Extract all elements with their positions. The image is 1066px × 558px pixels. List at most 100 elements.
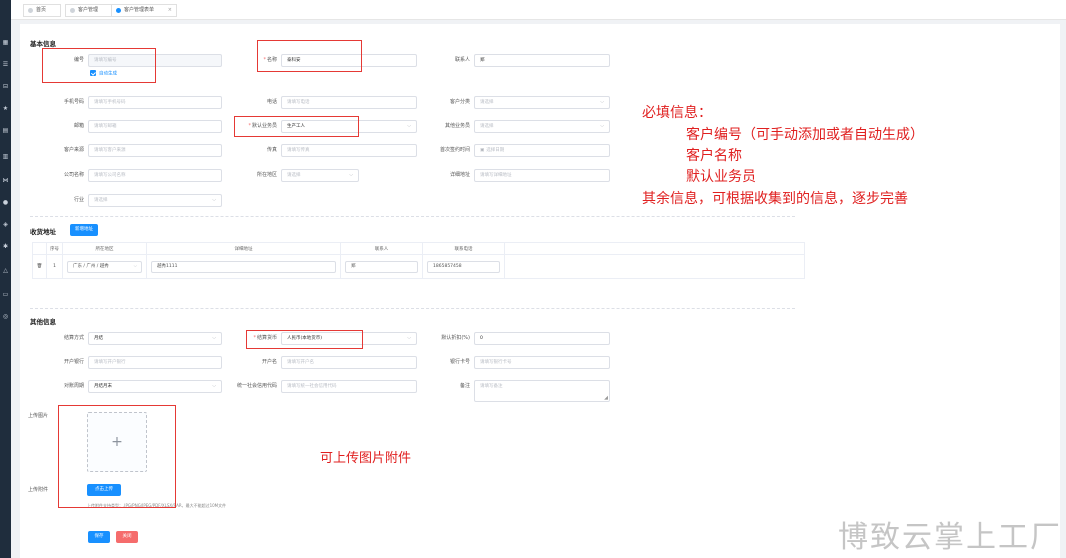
annotation-box-name <box>257 40 362 72</box>
annotation-box-currency <box>246 330 363 349</box>
period-select[interactable]: 月结月末 ⌵ <box>88 380 222 393</box>
contact-label: 联系人 <box>454 57 470 63</box>
account-name-label: 开户名 <box>261 359 277 365</box>
first-sign-date[interactable]: ▣ 选择日期 <box>474 144 610 157</box>
discount-input[interactable]: 0 <box>474 332 610 345</box>
section-title-other: 其他信息 <box>30 318 56 326</box>
discount-label: 默认折扣(%) <box>441 335 470 341</box>
phone-input[interactable]: 请填写电话 <box>281 96 417 109</box>
save-button[interactable]: 保存 <box>88 531 110 543</box>
remark-label: 备注 <box>459 383 470 389</box>
annotation-required-1: 客户编号（可手动添加或者自动生成） <box>686 127 924 143</box>
industry-select[interactable]: 请选择 ⌵ <box>88 194 222 207</box>
tab-label: 客户管理表单 <box>124 7 155 13</box>
mobile-input[interactable]: 请填写手机号码 <box>88 96 222 109</box>
chevron-down-icon: ⌵ <box>212 383 216 389</box>
gear-icon[interactable]: ● <box>1 198 10 207</box>
upload-file-label: 上传附件 <box>28 487 49 493</box>
annotation-box-salesman <box>234 116 359 137</box>
region-select[interactable]: 请选择 ⌵ <box>281 169 359 182</box>
section-title-basic: 基本信息 <box>30 40 56 48</box>
settings-icon[interactable]: ✱ <box>1 242 10 251</box>
remark-textarea[interactable]: 请填写备注 ◢ <box>474 380 610 402</box>
source-label: 客户来源 <box>63 147 84 153</box>
credit-code-input[interactable]: 请填写统一社会信用代码 <box>281 380 417 393</box>
triangle-icon[interactable]: △ <box>1 266 10 275</box>
settle-label: 结算方式 <box>63 335 84 341</box>
close-button[interactable]: 关闭 <box>116 531 138 543</box>
account-name-input[interactable]: 请填写开户名 <box>281 356 417 369</box>
column-header: 序号 <box>46 242 63 255</box>
row-region-select[interactable]: 广东 / 广州 / 越秀 ⌵ <box>67 260 142 273</box>
column-header: 详细地址 <box>146 242 341 255</box>
tab-label: 客户管理 <box>78 7 99 13</box>
users-icon[interactable]: ⋈ <box>1 176 10 185</box>
annotation-upload: 可上传图片附件 <box>320 451 412 466</box>
row-address-input[interactable]: 越秀1111 <box>151 260 336 273</box>
doc-icon[interactable]: ▭ <box>1 290 10 299</box>
region-label: 所在地区 <box>256 172 277 178</box>
row-phone-input[interactable]: 1865857458 <box>427 260 500 273</box>
add-address-button[interactable]: 新增地址 <box>70 224 98 236</box>
grid-icon[interactable]: ▦ <box>1 38 10 47</box>
annotation-box-upload <box>58 405 176 508</box>
address-input[interactable]: 请填写详细地址 <box>474 169 610 182</box>
sidebar: ▦ ☰ ⊟ ★ ▤ ▥ ⋈ ● ◈ ✱ △ ▭ ◎ <box>0 0 11 558</box>
resize-handle-icon[interactable]: ◢ <box>604 395 608 401</box>
tab-label: 首页 <box>36 7 47 13</box>
other-sales-select[interactable]: 请选择 ⌵ <box>474 120 610 133</box>
fax-input[interactable]: 请填写传真 <box>281 144 417 157</box>
chevron-down-icon: ⌵ <box>133 263 137 269</box>
divider <box>30 308 795 309</box>
column-header: 联系人 <box>340 242 423 255</box>
table-icon[interactable]: ▤ <box>1 126 10 135</box>
table-row: 🗑 1 广东 / 广州 / 越秀 ⌵ 越秀1111 郑 1865857458 <box>32 254 805 279</box>
clock-icon[interactable]: ◎ <box>1 312 10 321</box>
chevron-down-icon: ⌵ <box>349 172 353 178</box>
first-sign-label: 首次签约时间 <box>439 147 470 153</box>
upload-image-label: 上传图片 <box>28 413 49 419</box>
tab-customer-form[interactable]: 客户管理表单 × <box>111 4 177 17</box>
list-icon[interactable]: ☰ <box>1 60 10 69</box>
tab-customer-manage[interactable]: 客户管理 <box>65 4 113 17</box>
chevron-down-icon: ⌵ <box>212 197 216 203</box>
coin-icon[interactable]: ◈ <box>1 220 10 229</box>
mobile-label: 手机号码 <box>63 99 84 105</box>
address-table: 序号 所在地区 详细地址 联系人 联系电话 🗑 1 广东 / 广州 / 越秀 ⌵ … <box>32 242 805 279</box>
watermark: 博致云掌上工厂 <box>838 520 1062 555</box>
annotation-others: 其余信息，可根据收集到的信息，逐步完善 <box>642 191 908 207</box>
annotation-required-2: 客户名称 <box>686 148 742 164</box>
industry-label: 行业 <box>73 197 84 203</box>
chevron-down-icon: ⌵ <box>212 335 216 341</box>
tab-dot-icon <box>70 8 75 13</box>
chart-icon[interactable]: ▥ <box>1 152 10 161</box>
tab-home[interactable]: 首页 <box>23 4 61 17</box>
tab-dot-icon <box>28 8 33 13</box>
email-input[interactable]: 请填写邮箱 <box>88 120 222 133</box>
other-sales-label: 其他业务员 <box>444 123 470 129</box>
company-label: 公司名称 <box>63 172 84 178</box>
bank-no-input[interactable]: 请填写银行卡号 <box>474 356 610 369</box>
settle-select[interactable]: 月结 ⌵ <box>88 332 222 345</box>
column-header: 联系电话 <box>422 242 505 255</box>
grade-select[interactable]: 请选择 ⌵ <box>474 96 610 109</box>
divider <box>30 216 795 217</box>
star-icon[interactable]: ★ <box>1 104 10 113</box>
trash-icon[interactable]: 🗑 <box>37 264 43 269</box>
close-icon[interactable]: × <box>168 5 172 16</box>
contact-input[interactable]: 郑 <box>474 54 610 67</box>
company-input[interactable]: 请填写公司名称 <box>88 169 222 182</box>
form-content: 基本信息 编号 请填写编号 自动生成 *名称 泰科安 联系人 郑 手机号码 请填… <box>20 24 1060 558</box>
cart-icon[interactable]: ⊟ <box>1 82 10 91</box>
row-index: 1 <box>46 254 63 279</box>
annotation-box-code <box>42 48 156 83</box>
email-label: 邮箱 <box>73 123 84 129</box>
source-input[interactable]: 请填写客户来源 <box>88 144 222 157</box>
fax-label: 传真 <box>266 147 277 153</box>
section-title-shipping: 收货地址 <box>30 228 56 236</box>
annotation-required-title: 必填信息： <box>642 105 712 121</box>
phone-label: 电话 <box>266 99 277 105</box>
row-contact-input[interactable]: 郑 <box>345 260 418 273</box>
bank-no-label: 银行卡号 <box>449 359 470 365</box>
bank-input[interactable]: 请填写开户银行 <box>88 356 222 369</box>
